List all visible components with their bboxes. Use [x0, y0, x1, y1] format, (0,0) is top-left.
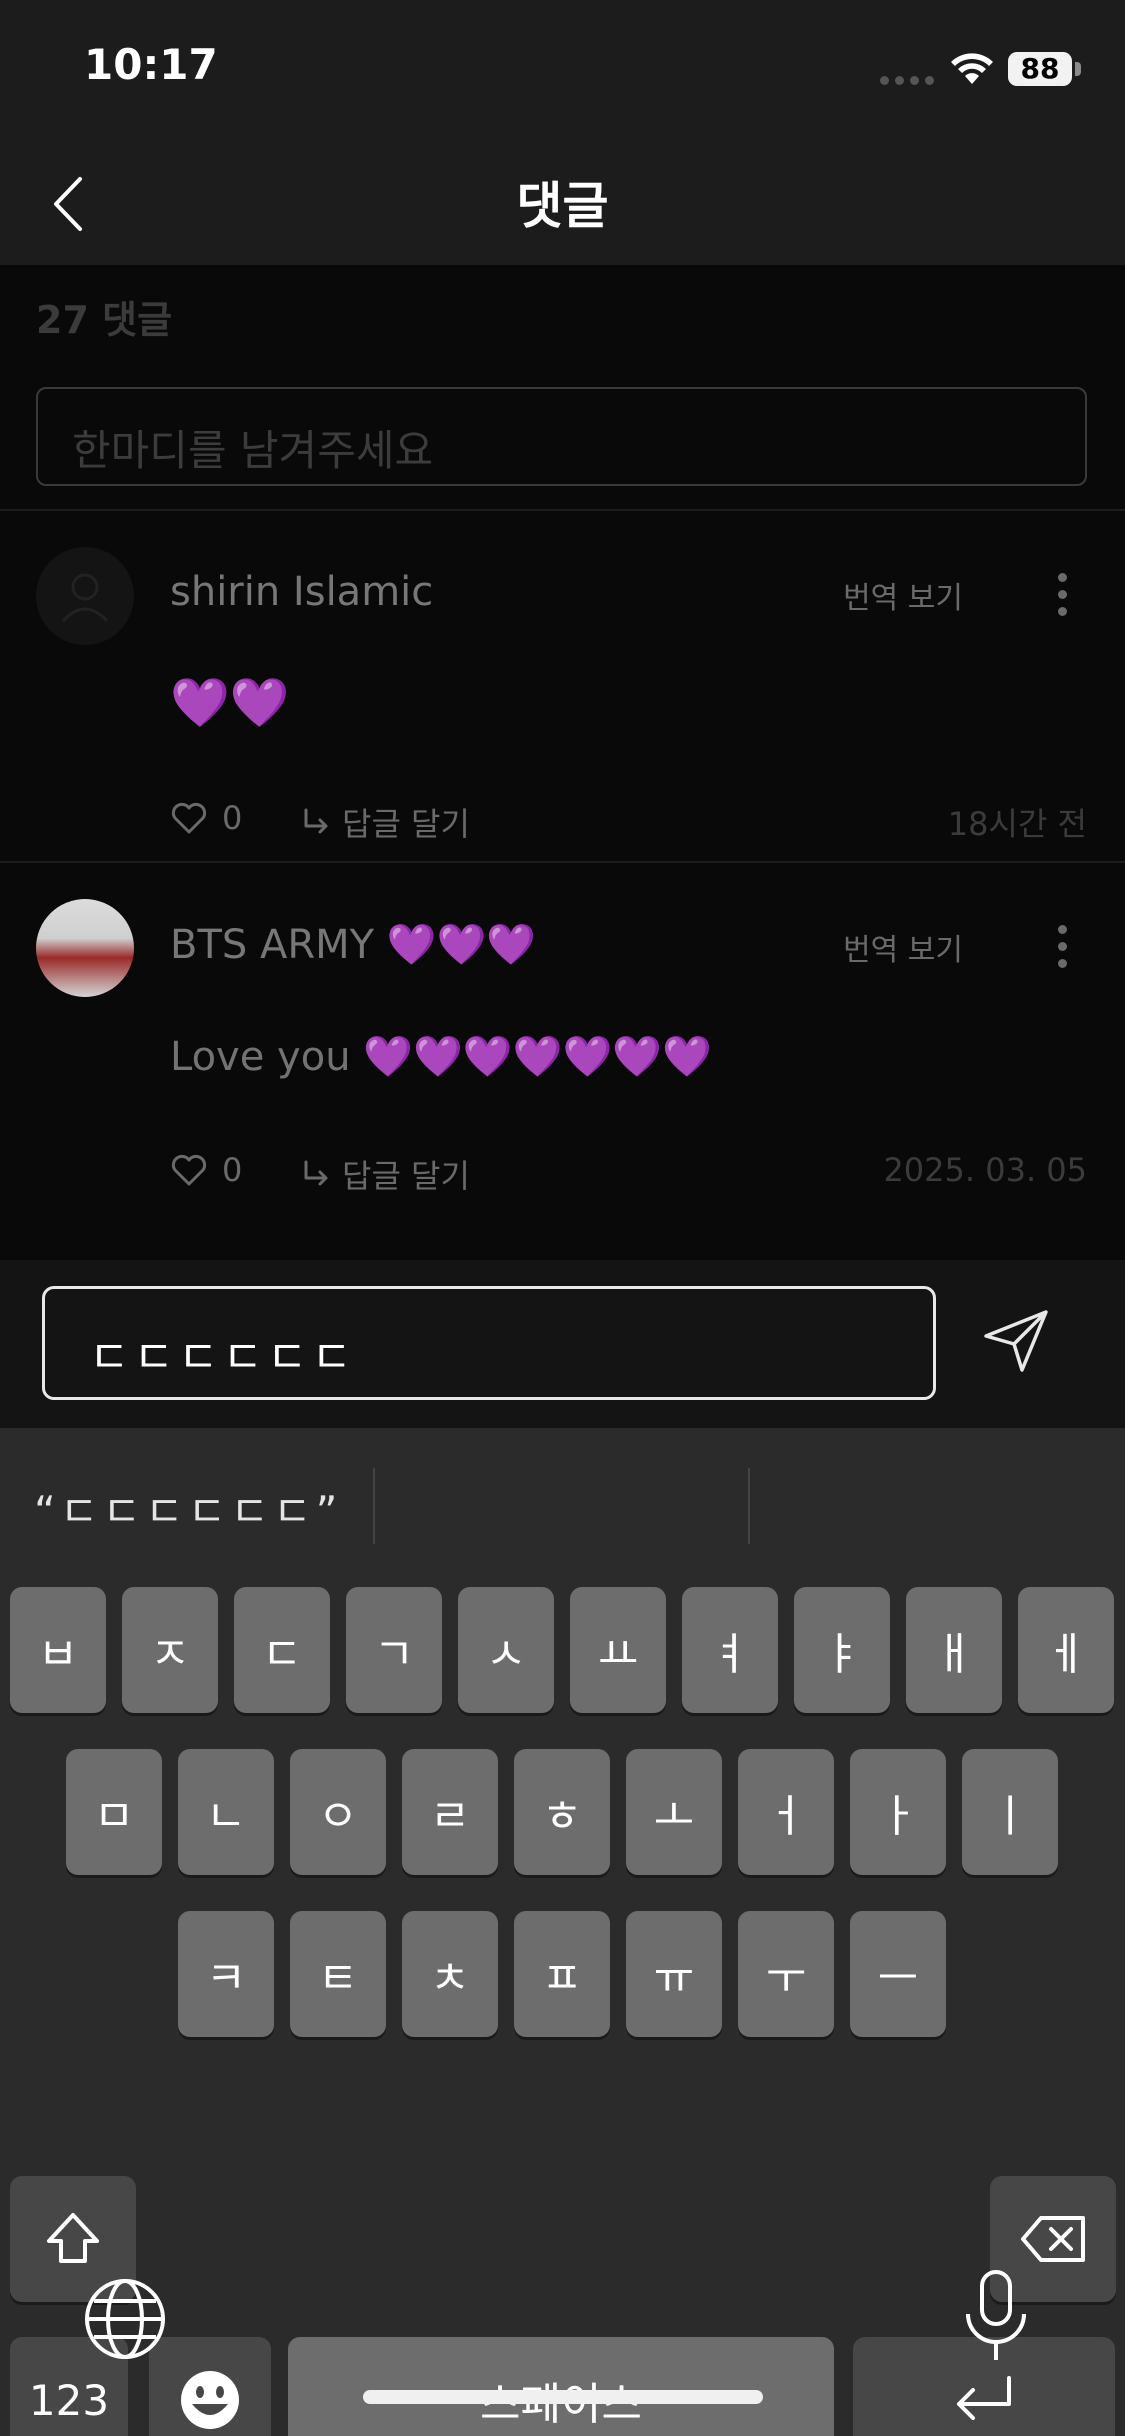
comments-content: 27 댓글 한마디를 남겨주세요 shirin Islamic 번역 보기 💜💜…: [0, 265, 1125, 1260]
key-row2-8[interactable]: ㅣ: [962, 1749, 1058, 1875]
key-row3-1[interactable]: ㅌ: [290, 1911, 386, 2037]
reply-label: 답글 달기: [342, 805, 470, 843]
default-avatar-icon: [61, 573, 109, 623]
suggestion-divider: [748, 1468, 750, 1544]
battery-cap: [1075, 62, 1081, 76]
page-title: 댓글: [516, 177, 609, 235]
key-row2-3[interactable]: ㄹ: [402, 1749, 498, 1875]
like-count: 0: [222, 1151, 243, 1189]
comment-time: 2025. 03. 05: [883, 1151, 1087, 1189]
translate-button[interactable]: 번역 보기: [843, 573, 963, 617]
comment-username[interactable]: BTS ARMY 💜💜💜: [170, 921, 536, 968]
battery-indicator: 88: [1008, 52, 1072, 86]
key-row1-6[interactable]: ㅕ: [682, 1587, 778, 1713]
wifi-icon: [951, 53, 993, 84]
comment-text: 💜💜: [170, 675, 290, 731]
key-row1-7[interactable]: ㅑ: [794, 1587, 890, 1713]
reply-arrow-icon: [304, 808, 328, 834]
backspace-icon: [1021, 2216, 1085, 2262]
key-row1-5[interactable]: ㅛ: [570, 1587, 666, 1713]
key-row2-2[interactable]: ㅇ: [290, 1749, 386, 1875]
reply-button[interactable]: 답글 달기: [300, 799, 470, 845]
globe-icon[interactable]: [82, 2276, 168, 2362]
header: 댓글: [0, 140, 1125, 265]
key-row3-2[interactable]: ㅊ: [402, 1911, 498, 2037]
suggestion-divider: [373, 1468, 375, 1544]
microphone-icon[interactable]: [962, 2268, 1030, 2368]
like-button[interactable]: 0: [170, 799, 242, 837]
send-icon[interactable]: [980, 1304, 1052, 1376]
key-row2-0[interactable]: ㅁ: [66, 1749, 162, 1875]
key-row1-2[interactable]: ㄷ: [234, 1587, 330, 1713]
reply-input-bar: ㄷㄷㄷㄷㄷㄷ: [0, 1260, 1125, 1428]
key-row1-1[interactable]: ㅈ: [122, 1587, 218, 1713]
shift-icon: [47, 2213, 99, 2263]
reply-input[interactable]: ㄷㄷㄷㄷㄷㄷ: [42, 1286, 936, 1400]
comment-item: shirin Islamic 번역 보기 💜💜 0 답글 달기 18시간 전: [0, 509, 1125, 861]
space-key[interactable]: 스페이스: [288, 2337, 834, 2436]
key-row1-3[interactable]: ㄱ: [346, 1587, 442, 1713]
status-time: 10:17: [84, 40, 218, 89]
key-row1-9[interactable]: ㅔ: [1018, 1587, 1114, 1713]
like-count: 0: [222, 799, 243, 837]
key-row1-0[interactable]: ㅂ: [10, 1587, 106, 1713]
comment-text: Love you 💜💜💜💜💜💜💜: [170, 1034, 712, 1080]
reply-arrow-icon: [304, 1160, 328, 1186]
key-row3-4[interactable]: ㅠ: [626, 1911, 722, 2037]
more-options-icon[interactable]: [1058, 925, 1070, 976]
key-row3-5[interactable]: ㅜ: [738, 1911, 834, 2037]
reply-button[interactable]: 답글 달기: [300, 1151, 470, 1197]
key-row3-6[interactable]: ㅡ: [850, 1911, 946, 2037]
heart-outline-icon: [171, 802, 207, 834]
key-row1-4[interactable]: ㅅ: [458, 1587, 554, 1713]
key-row3-0[interactable]: ㅋ: [178, 1911, 274, 2037]
home-indicator: [363, 2390, 763, 2404]
avatar[interactable]: [36, 899, 134, 997]
comment-count: 27 댓글: [36, 298, 173, 342]
suggestion-item[interactable]: “ㄷㄷㄷㄷㄷㄷ”: [34, 1478, 341, 1539]
comment-item: BTS ARMY 💜💜💜 번역 보기 Love you 💜💜💜💜💜💜💜 0 답글…: [0, 861, 1125, 1213]
key-row2-7[interactable]: ㅏ: [850, 1749, 946, 1875]
suggestion-bar: “ㄷㄷㄷㄷㄷㄷ”: [0, 1428, 1125, 1578]
cellular-signal-icon: [880, 76, 934, 85]
avatar[interactable]: [36, 547, 134, 645]
heart-outline-icon: [171, 1154, 207, 1186]
return-icon: [957, 2376, 1011, 2420]
comment-time: 18시간 전: [947, 805, 1087, 843]
key-row2-6[interactable]: ㅓ: [738, 1749, 834, 1875]
emoji-icon: [181, 2371, 239, 2429]
translate-button[interactable]: 번역 보기: [843, 925, 963, 969]
like-button[interactable]: 0: [170, 1151, 242, 1189]
more-options-icon[interactable]: [1058, 573, 1070, 624]
key-row2-4[interactable]: ㅎ: [514, 1749, 610, 1875]
key-row3-3[interactable]: ㅍ: [514, 1911, 610, 2037]
comment-username[interactable]: shirin Islamic: [170, 569, 433, 615]
key-row1-8[interactable]: ㅐ: [906, 1587, 1002, 1713]
key-row2-1[interactable]: ㄴ: [178, 1749, 274, 1875]
reply-label: 답글 달기: [342, 1157, 470, 1195]
status-bar: 10:17 88: [0, 0, 1125, 140]
comment-input[interactable]: 한마디를 남겨주세요: [36, 387, 1087, 486]
key-row2-5[interactable]: ㅗ: [626, 1749, 722, 1875]
